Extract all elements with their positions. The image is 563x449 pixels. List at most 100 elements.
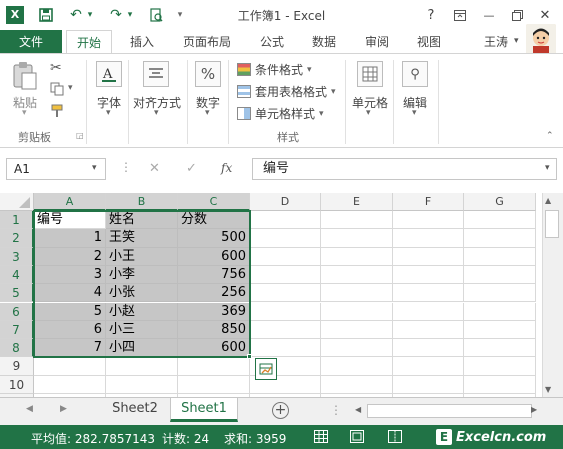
cell-f8[interactable] — [393, 339, 464, 358]
scroll-down-icon[interactable]: ▼ — [545, 385, 551, 394]
row-header-8[interactable]: 8 — [0, 339, 34, 358]
normal-view-icon[interactable] — [314, 430, 328, 446]
cell-e2[interactable] — [321, 229, 393, 248]
enter-icon[interactable]: ✓ — [186, 161, 197, 176]
cell-b6[interactable]: 小赵 — [106, 302, 178, 321]
cell-c9[interactable] — [178, 357, 250, 376]
cell-b7[interactable]: 小三 — [106, 320, 178, 340]
cell-e6[interactable] — [321, 302, 393, 321]
page-break-view-icon[interactable] — [388, 430, 402, 446]
row-header-3[interactable]: 3 — [0, 247, 34, 266]
cell-e3[interactable] — [321, 247, 393, 266]
prev-sheet-icon[interactable]: ◀ — [26, 404, 33, 414]
ribbon-display-options-icon[interactable] — [449, 5, 471, 25]
cell-c7[interactable]: 850 — [178, 320, 250, 340]
cell-f1[interactable] — [393, 211, 464, 230]
row-header-10[interactable]: 10 — [0, 375, 34, 394]
scroll-up-icon[interactable]: ▲ — [545, 196, 551, 205]
cell-c10[interactable] — [178, 375, 250, 394]
row-header-5[interactable]: 5 — [0, 284, 34, 303]
cell-g10[interactable] — [464, 375, 536, 394]
cell-c5[interactable]: 256 — [178, 284, 250, 303]
cell-f10[interactable] — [393, 375, 464, 394]
close-button[interactable]: ✕ — [534, 5, 556, 25]
cell-g9[interactable] — [464, 357, 536, 376]
sheet-tab-sheet1[interactable]: Sheet1 — [170, 398, 238, 422]
column-header-f[interactable]: F — [393, 193, 464, 211]
cell-e10[interactable] — [321, 375, 393, 394]
cells-dropdown-icon[interactable]: ▾ — [366, 108, 371, 118]
name-box-dropdown-icon[interactable]: ▾ — [92, 163, 97, 173]
cell-g2[interactable] — [464, 229, 536, 248]
row-header-1[interactable]: 1 — [0, 211, 34, 230]
name-box[interactable]: A1 — [6, 158, 106, 180]
cell-a9[interactable] — [34, 357, 106, 376]
column-header-b[interactable]: B — [106, 193, 178, 211]
user-dropdown-icon[interactable]: ▾ — [514, 36, 519, 46]
row-header-9[interactable]: 9 — [0, 357, 34, 376]
column-header-g[interactable]: G — [464, 193, 536, 211]
next-sheet-icon[interactable]: ▶ — [60, 404, 67, 414]
minimize-button[interactable]: — — [478, 5, 500, 25]
insert-function-button[interactable]: fx — [221, 161, 232, 175]
percent-icon[interactable]: % — [195, 61, 221, 87]
cell-e7[interactable] — [321, 320, 393, 340]
collapse-ribbon-icon[interactable]: ⌃ — [546, 131, 554, 141]
cell-b2[interactable]: 王笑 — [106, 229, 178, 248]
cell-a6[interactable]: 5 — [34, 302, 106, 321]
cell-g3[interactable] — [464, 247, 536, 266]
cell-f7[interactable] — [393, 320, 464, 340]
cell-b3[interactable]: 小王 — [106, 247, 178, 266]
cell-b10[interactable] — [106, 375, 178, 394]
column-header-c[interactable]: C — [178, 193, 250, 211]
avatar[interactable] — [526, 24, 556, 54]
fill-handle[interactable] — [247, 354, 252, 360]
cell-e5[interactable] — [321, 284, 393, 303]
cell-g1[interactable] — [464, 211, 536, 230]
clipboard-launcher-icon[interactable]: ◲ — [76, 131, 84, 140]
tab-review[interactable]: 审阅 — [358, 30, 396, 54]
cell-g7[interactable] — [464, 320, 536, 340]
tab-formulas[interactable]: 公式 — [253, 30, 291, 54]
formula-bar-grip-icon[interactable]: ⋮ — [120, 160, 132, 174]
cell-f5[interactable] — [393, 284, 464, 303]
cell-g5[interactable] — [464, 284, 536, 303]
cell-d1[interactable] — [250, 211, 321, 230]
cell-b9[interactable] — [106, 357, 178, 376]
cell-b8[interactable]: 小四 — [106, 339, 178, 358]
cell-d6[interactable] — [250, 302, 321, 321]
cell-a7[interactable]: 6 — [34, 320, 106, 340]
cell-e8[interactable] — [321, 339, 393, 358]
cell-d2[interactable] — [250, 229, 321, 248]
format-painter-icon[interactable] — [50, 104, 66, 121]
cell-e9[interactable] — [321, 357, 393, 376]
row-header-6[interactable]: 6 — [0, 302, 34, 321]
help-button[interactable]: ? — [420, 5, 442, 25]
format-as-table-button[interactable]: 套用表格格式 ▾ — [237, 83, 336, 100]
cell-d5[interactable] — [250, 284, 321, 303]
font-icon[interactable]: A — [96, 61, 122, 87]
cell-a10[interactable] — [34, 375, 106, 394]
scroll-left-icon[interactable]: ◀ — [355, 405, 361, 414]
horizontal-scrollbar[interactable] — [367, 404, 532, 418]
user-name[interactable]: 王涛 — [478, 30, 514, 54]
column-header-d[interactable]: D — [250, 193, 321, 211]
cell-f4[interactable] — [393, 265, 464, 285]
tab-data[interactable]: 数据 — [305, 30, 343, 54]
tab-page-layout[interactable]: 页面布局 — [176, 30, 238, 54]
page-layout-view-icon[interactable] — [350, 430, 364, 446]
quick-analysis-icon[interactable] — [255, 358, 277, 380]
cell-b5[interactable]: 小张 — [106, 284, 178, 303]
editing-dropdown-icon[interactable]: ▾ — [412, 108, 417, 118]
row-header-7[interactable]: 7 — [0, 320, 34, 340]
alignment-dropdown-icon[interactable]: ▾ — [154, 108, 159, 118]
cell-c6[interactable]: 369 — [178, 302, 250, 321]
cell-g4[interactable] — [464, 265, 536, 285]
expand-formula-bar-icon[interactable]: ▾ — [545, 163, 550, 173]
cells-icon[interactable] — [357, 61, 383, 87]
tab-split-grip-icon[interactable]: ⋮ — [330, 403, 342, 417]
cell-c1[interactable]: 分数 — [178, 211, 250, 230]
cell-a4[interactable]: 3 — [34, 265, 106, 285]
row-header-4[interactable]: 4 — [0, 265, 34, 285]
paste-dropdown-icon[interactable]: ▾ — [22, 108, 27, 118]
